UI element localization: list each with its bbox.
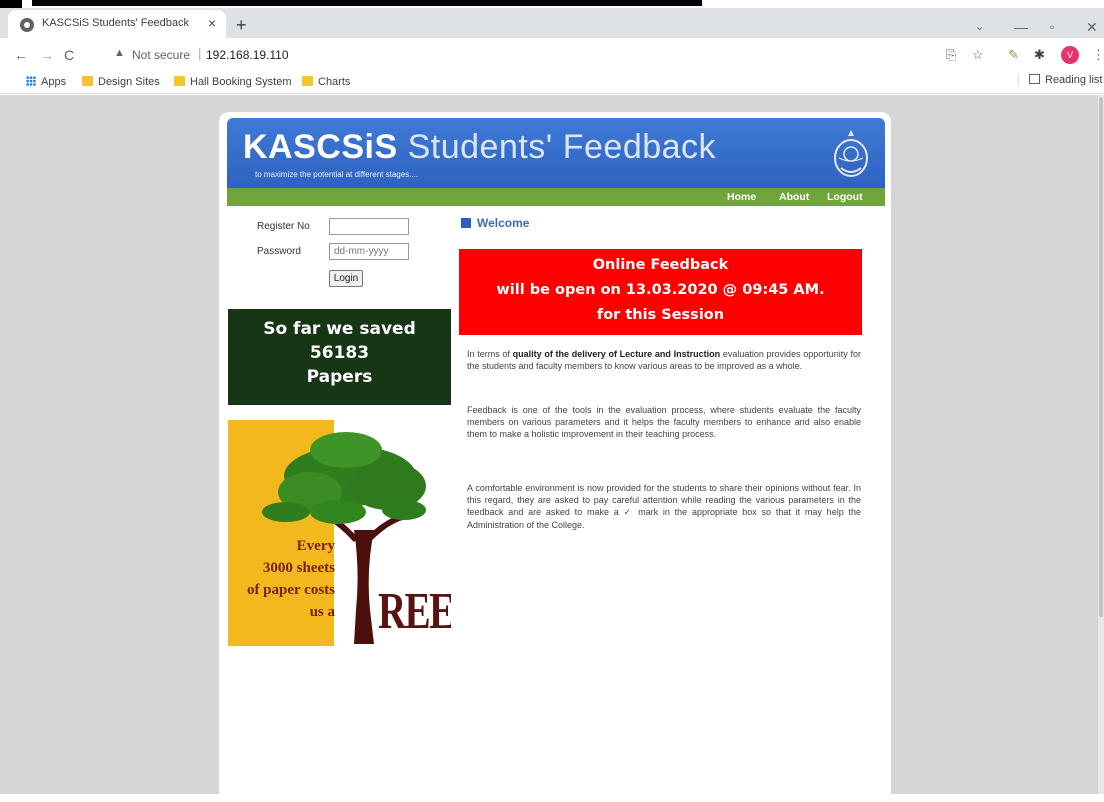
saved-line-3: Papers [306,367,373,387]
puzzle-icon[interactable]: ✱ [1034,47,1045,63]
college-emblem-icon [834,130,868,177]
extension-icon[interactable]: ✎ [1008,47,1019,63]
browser-tab[interactable]: KASCSiS Students' Feedback × [8,10,226,38]
password-label: Password [257,246,301,257]
welcome-heading: Welcome [461,216,529,230]
saved-line-1: So far we saved [263,319,416,339]
new-tab-button[interactable]: + [236,16,247,34]
site-nav: Home About Logout [227,188,885,206]
bookmark-label: Charts [318,76,351,88]
bookmark-label: Hall Booking System [190,76,292,88]
scrollbar[interactable] [1098,95,1104,794]
page-viewport: KASCSiS Students' Feedback to maximize t… [0,95,1104,802]
window-close-icon[interactable]: ✕ [1086,20,1098,34]
notice-line-2: will be open on 13.03.2020 @ 09:45 AM. [496,282,825,298]
maximize-icon[interactable]: ▫ [1050,20,1054,34]
menu-icon[interactable]: ⋮ [1092,47,1104,63]
tree-line-2: 3000 sheets [262,560,335,576]
feedback-paragraph: Feedback is one of the tools in the eval… [467,405,861,440]
tab-strip: KASCSiS Students' Feedback × + ⌄ — ▫ ✕ [0,8,1104,38]
login-button[interactable]: Login [329,270,363,287]
reading-list-label: Reading list [1045,74,1103,86]
omnibox-separator: | [198,46,202,61]
reading-list[interactable]: Reading list [1018,74,1102,86]
bookmark-apps[interactable]: Apps [26,76,66,88]
bookmark-label: Design Sites [98,76,160,88]
saved-count: 56183 [309,343,370,363]
site-title-brand: KASCSiS [243,128,398,166]
reading-list-icon [1029,74,1040,84]
apps-grid-icon [26,76,36,86]
redaction-bar [0,0,22,8]
tree-line-3: of paper costs [246,582,335,598]
share-icon[interactable]: ⎘ [946,47,956,63]
url-text[interactable]: 192.168.19.110 [206,48,289,62]
top-redaction [0,0,1104,8]
globe-icon [20,18,34,32]
close-tab-icon[interactable]: × [208,15,216,31]
feedback-notice: Online Feedback will be open on 13.03.20… [459,249,862,335]
tab-title: KASCSiS Students' Feedback [42,17,190,29]
password-input[interactable] [329,243,409,260]
intro-text-a: In terms of [467,349,513,359]
register-no-label: Register No [257,221,310,232]
saved-papers-counter: So far we saved 56183 Papers [228,309,451,405]
scrollbar-thumb[interactable] [1099,97,1103,617]
tree-big-word: REE [378,583,451,640]
site-title-rest: Students' Feedback [407,128,717,166]
site-header: KASCSiS Students' Feedback to maximize t… [227,118,885,188]
site-title: KASCSiS Students' Feedback [243,128,716,167]
intro-text-bold: quality of the delivery of Lecture and I… [512,349,721,359]
browser-toolbar: ← → C ▲ Not secure | 192.168.19.110 ⎘ ☆ … [0,38,1104,72]
warning-icon[interactable]: ▲ [114,47,125,59]
not-secure-label[interactable]: Not secure [132,48,190,62]
bookmark-star-icon[interactable]: ☆ [972,47,984,63]
nav-home-link[interactable]: Home [727,191,756,203]
folder-icon [174,76,185,86]
tree-banner: Every 3000 sheets of paper costs us a RE… [228,420,451,646]
reload-icon[interactable]: C [64,47,74,63]
bookmark-label: Apps [41,76,67,88]
back-icon[interactable]: ← [14,47,28,63]
notice-line-3: for this Session [596,307,725,323]
site-container: KASCSiS Students' Feedback to maximize t… [219,112,891,802]
folder-icon [302,76,313,86]
bookmark-hall-booking[interactable]: Hall Booking System [174,76,292,88]
bookmark-charts[interactable]: Charts [302,76,350,88]
forward-icon[interactable]: → [40,47,54,63]
notice-line-1: Online Feedback [592,257,729,273]
bookmark-design-sites[interactable]: Design Sites [82,76,160,88]
welcome-text: Welcome [477,216,530,230]
bullet-square-icon [461,218,471,228]
address-bar[interactable]: ▲ Not secure | 192.168.19.110 [110,44,940,66]
redaction-bar [32,0,702,6]
register-no-input[interactable] [329,218,409,235]
bookmarks-bar: Apps Design Sites Hall Booking System Ch… [0,72,1104,94]
tab-search-icon[interactable]: ⌄ [975,20,984,34]
nav-logout-link[interactable]: Logout [827,191,863,203]
profile-avatar[interactable]: V [1061,46,1079,64]
tree-line-1: Every [296,538,335,554]
site-tagline: to maximize the potential at different s… [255,170,419,179]
environment-paragraph: A comfortable environment is now provide… [467,483,861,530]
minimize-icon[interactable]: — [1014,20,1028,34]
folder-icon [82,76,93,86]
intro-paragraph: In terms of quality of the delivery of L… [467,348,861,372]
nav-about-link[interactable]: About [779,191,809,203]
tree-line-4: us a [309,604,335,620]
